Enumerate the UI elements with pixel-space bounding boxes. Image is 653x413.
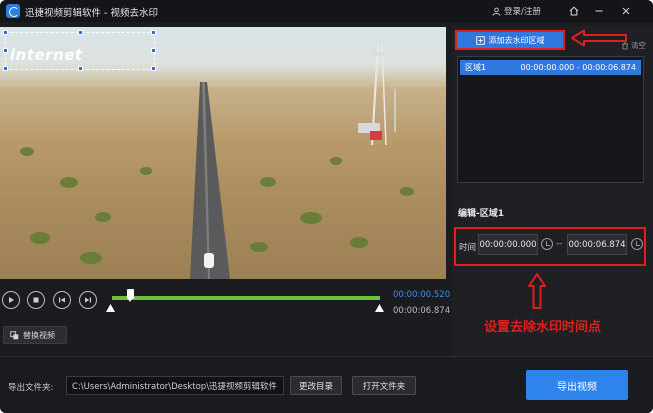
- minimize-icon: [595, 10, 603, 12]
- edit-region-title: 编辑-区域1: [458, 209, 504, 219]
- time-label: 时间: [459, 243, 477, 253]
- shrub: [80, 252, 102, 264]
- shrub: [400, 187, 414, 196]
- reset-end-time-icon[interactable]: [631, 238, 643, 250]
- resize-handle-left[interactable]: [3, 48, 8, 53]
- open-folder-button[interactable]: 打开文件夹: [352, 376, 416, 395]
- title-bar: 迅捷视频剪辑软件 - 视频去水印 登录/注册: [0, 0, 653, 22]
- minimize-button[interactable]: [591, 3, 607, 19]
- region-list: 区域1 00:00:00.000 - 00:00:06.874: [457, 56, 644, 183]
- prev-frame-icon: [59, 297, 65, 303]
- resize-handle-bottom-right[interactable]: [151, 66, 156, 71]
- video-preview[interactable]: internet: [0, 27, 446, 279]
- annotation-arrow-left-icon: [571, 29, 627, 47]
- total-time: 00:00:06.874: [393, 306, 451, 316]
- resize-handle-top-left[interactable]: [3, 30, 8, 35]
- end-time-input[interactable]: 00:00:06.874: [567, 234, 627, 255]
- play-button[interactable]: [2, 291, 20, 309]
- replace-icon: [10, 330, 19, 339]
- app-logo-icon: [6, 4, 20, 18]
- stop-button[interactable]: [27, 291, 45, 309]
- playhead[interactable]: [127, 289, 134, 302]
- resize-handle-top-right[interactable]: [151, 30, 156, 35]
- play-icon: [9, 297, 14, 303]
- next-frame-button[interactable]: [79, 291, 97, 309]
- replace-video-label: 替换视频: [23, 330, 55, 340]
- time-separator: --: [556, 239, 563, 249]
- shrub: [140, 167, 152, 175]
- region-time-range: 00:00:00.000 - 00:00:06.874: [520, 63, 636, 72]
- timeline-track[interactable]: [112, 296, 380, 300]
- annotation-arrow-up-icon: [528, 273, 546, 309]
- clear-label: 清空: [631, 41, 646, 50]
- app-window: 迅捷视频剪辑软件 - 视频去水印 登录/注册 internet 00:00:00…: [0, 0, 653, 413]
- resize-handle-right[interactable]: [151, 48, 156, 53]
- current-time: 00:00:00.520: [393, 290, 451, 300]
- close-button[interactable]: [618, 3, 634, 19]
- resize-handle-bottom-left[interactable]: [3, 66, 8, 71]
- range-start-handle[interactable]: [106, 304, 115, 312]
- shrub: [60, 177, 78, 188]
- prev-frame-button[interactable]: [53, 291, 71, 309]
- window-title: 迅捷视频剪辑软件 - 视频去水印: [25, 8, 158, 19]
- resize-handle-bottom[interactable]: [78, 66, 83, 71]
- stop-icon: [33, 297, 39, 303]
- trash-icon: [622, 42, 628, 49]
- change-directory-button[interactable]: 更改目录: [290, 376, 342, 395]
- region-list-item[interactable]: 区域1 00:00:00.000 - 00:00:06.874: [460, 60, 641, 75]
- shrub: [350, 237, 368, 248]
- login-label: 登录/注册: [504, 7, 541, 17]
- add-region-icon: [475, 35, 485, 45]
- output-path-field[interactable]: C:\Users\Administrator\Desktop\迅捷视频剪辑软件: [66, 376, 284, 395]
- output-folder-label: 导出文件夹:: [8, 383, 54, 393]
- export-video-button[interactable]: 导出视频: [526, 370, 628, 400]
- shrub: [330, 157, 342, 165]
- close-icon: [622, 7, 630, 15]
- shrub: [250, 242, 268, 252]
- user-icon: [492, 7, 501, 16]
- range-end-handle[interactable]: [375, 304, 384, 312]
- add-watermark-region-button[interactable]: 添加去水印区域: [455, 30, 565, 50]
- add-region-label: 添加去水印区域: [488, 35, 545, 45]
- shrub: [20, 147, 34, 156]
- replace-video-button[interactable]: 替换视频: [3, 326, 67, 344]
- resize-handle-top[interactable]: [78, 30, 83, 35]
- shrub: [260, 177, 276, 187]
- region-name: 区域1: [465, 63, 487, 72]
- annotation-text: 设置去除水印时间点: [484, 320, 602, 335]
- start-time-input[interactable]: 00:00:00.000: [478, 234, 538, 255]
- home-button[interactable]: [566, 3, 582, 19]
- clear-regions-button[interactable]: 清空: [621, 40, 646, 51]
- home-icon: [569, 6, 579, 16]
- reset-start-time-icon[interactable]: [541, 238, 553, 250]
- shrub: [300, 212, 322, 224]
- watermark-text: internet: [10, 46, 83, 64]
- shrub: [30, 232, 50, 244]
- login-link[interactable]: 登录/注册: [492, 5, 541, 17]
- next-frame-icon: [85, 297, 91, 303]
- watermark-selection-box[interactable]: internet: [3, 30, 156, 71]
- shrub: [95, 212, 111, 222]
